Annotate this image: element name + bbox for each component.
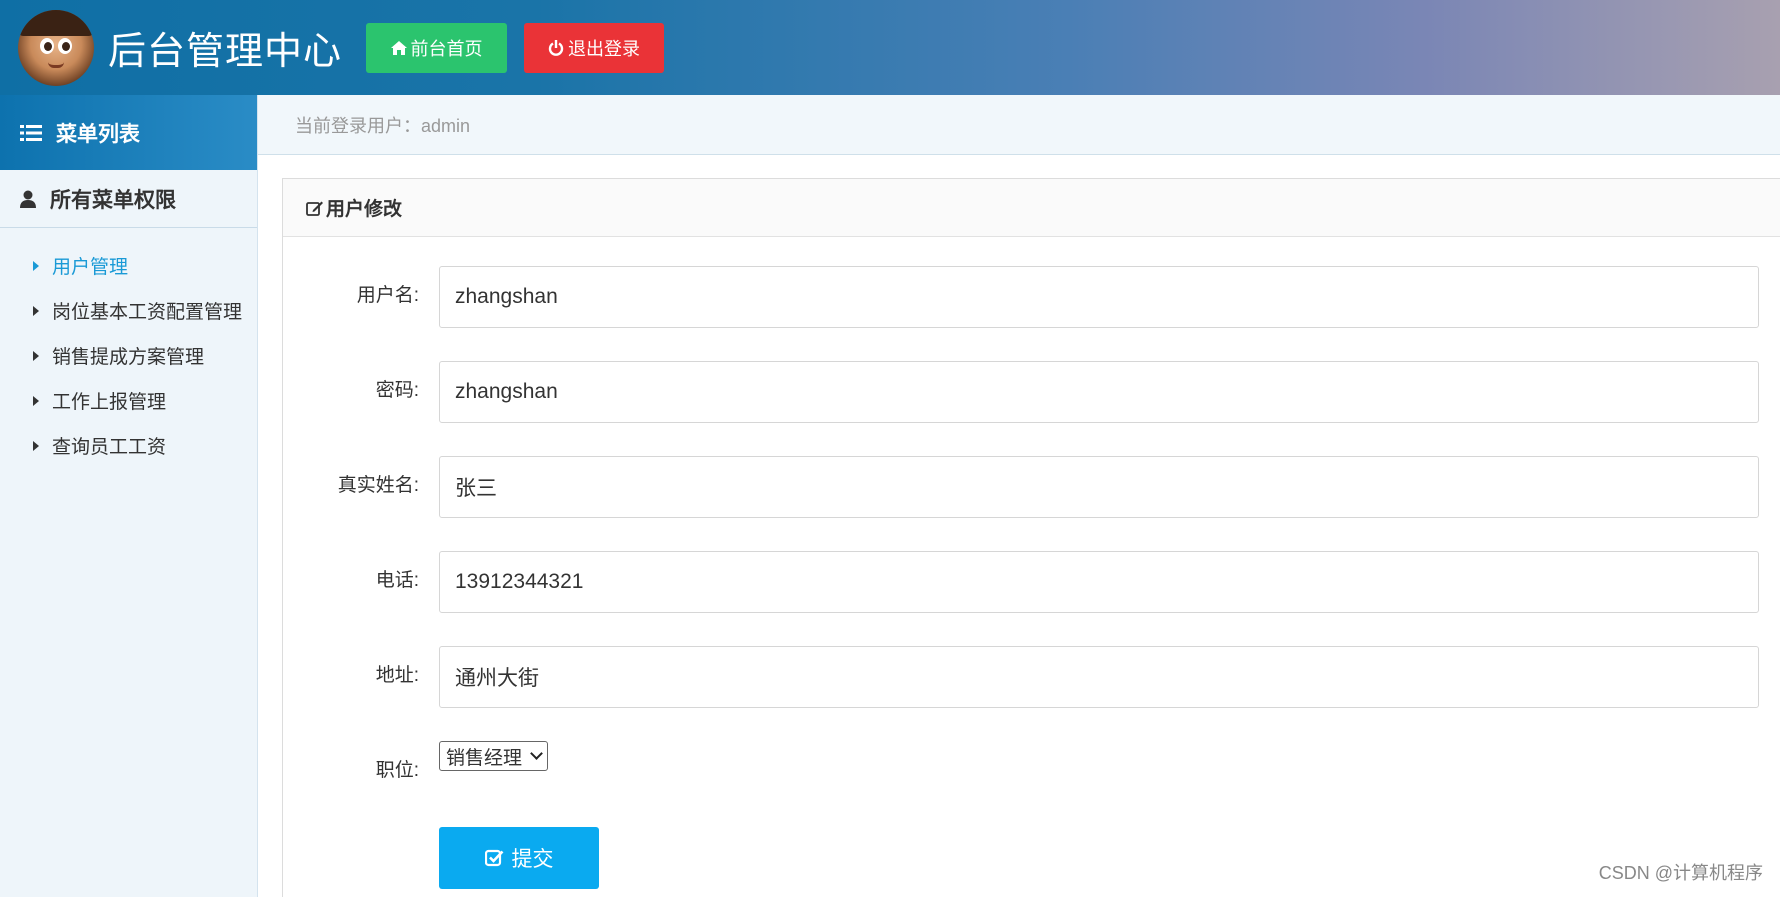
address-label: 地址: [375, 665, 419, 686]
position-select-value: 销售经理 [446, 747, 523, 769]
caret-right-icon [33, 350, 39, 361]
address-row: 地址: [283, 646, 1759, 708]
sidebar-item-label: 用户管理 [52, 257, 129, 278]
chevron-down-icon [530, 747, 543, 760]
sidebar-item-label: 工作上报管理 [52, 392, 167, 413]
address-input[interactable] [439, 646, 1759, 708]
position-select[interactable]: 销售经理 [439, 741, 549, 771]
edit-icon [306, 201, 323, 216]
caret-right-icon [33, 440, 39, 451]
phone-label: 电话: [375, 570, 419, 591]
caret-right-icon [33, 260, 39, 271]
current-user-text: 当前登录用户：admin [295, 115, 471, 136]
menu-header: 菜单列表 [0, 95, 257, 170]
breadcrumb: 当前登录用户：admin [258, 95, 1780, 155]
home-icon [390, 40, 407, 55]
user-icon [20, 190, 36, 208]
sidebar-item-label: 岗位基本工资配置管理 [52, 302, 243, 323]
phone-input[interactable] [439, 551, 1759, 613]
sidebar-item-label: 销售提成方案管理 [52, 347, 205, 368]
username-row: 用户名: [283, 266, 1759, 328]
submit-button-label: 提交 [511, 848, 554, 871]
logout-button-label: 退出登录 [568, 38, 641, 59]
caret-right-icon [33, 305, 39, 316]
password-row: 密码: [283, 361, 1759, 423]
site-title: 后台管理中心 [108, 31, 343, 73]
logout-button[interactable]: 退出登录 [524, 22, 665, 73]
menu-group-header[interactable]: 所有菜单权限 [0, 170, 257, 228]
home-button-label: 前台首页 [410, 38, 483, 59]
menu-list: 用户管理 岗位基本工资配置管理 销售提成方案管理 工作上报管理 查询员工工资 [0, 228, 257, 468]
position-label: 职位: [375, 760, 419, 781]
power-icon [548, 39, 564, 56]
panel-title: 用户修改 [326, 199, 403, 220]
sidebar-item-sales-commission[interactable]: 销售提成方案管理 [0, 333, 257, 378]
realname-input[interactable] [439, 456, 1759, 518]
password-input[interactable] [439, 361, 1759, 423]
phone-row: 电话: [283, 551, 1759, 613]
position-row: 职位: 销售经理 [283, 741, 549, 782]
menu-group-title: 所有菜单权限 [50, 188, 176, 212]
sidebar-item-salary-query[interactable]: 查询员工工资 [0, 423, 257, 468]
username-label: 用户名: [356, 285, 419, 306]
sidebar-item-user-management[interactable]: 用户管理 [0, 243, 257, 288]
watermark: CSDN @计算机程序 [1598, 863, 1763, 883]
realname-row: 真实姓名: [283, 456, 1759, 518]
top-header: 后台管理中心 前台首页 退出登录 [0, 0, 1780, 95]
realname-label: 真实姓名: [337, 475, 419, 496]
check-square-icon [484, 849, 503, 867]
submit-button[interactable]: 提交 [439, 827, 599, 889]
sidebar-item-label: 查询员工工资 [52, 437, 167, 458]
username-input[interactable] [439, 266, 1759, 328]
panel-header: 用户修改 [283, 179, 1780, 237]
home-button[interactable]: 前台首页 [366, 22, 508, 73]
edit-user-panel: 用户修改 用户名: 密码: 真实姓名: 电话: 地址: 职位: 销售经理 提交 [282, 178, 1780, 897]
sidebar: 菜单列表 所有菜单权限 用户管理 岗位基本工资配置管理 销售提成方案管理 工作上… [0, 95, 258, 897]
caret-right-icon [33, 395, 39, 406]
password-label: 密码: [375, 380, 419, 401]
avatar [18, 9, 94, 86]
list-icon [20, 124, 42, 141]
sidebar-item-work-report[interactable]: 工作上报管理 [0, 378, 257, 423]
sidebar-item-base-salary-config[interactable]: 岗位基本工资配置管理 [0, 288, 257, 333]
menu-header-title: 菜单列表 [56, 122, 140, 146]
